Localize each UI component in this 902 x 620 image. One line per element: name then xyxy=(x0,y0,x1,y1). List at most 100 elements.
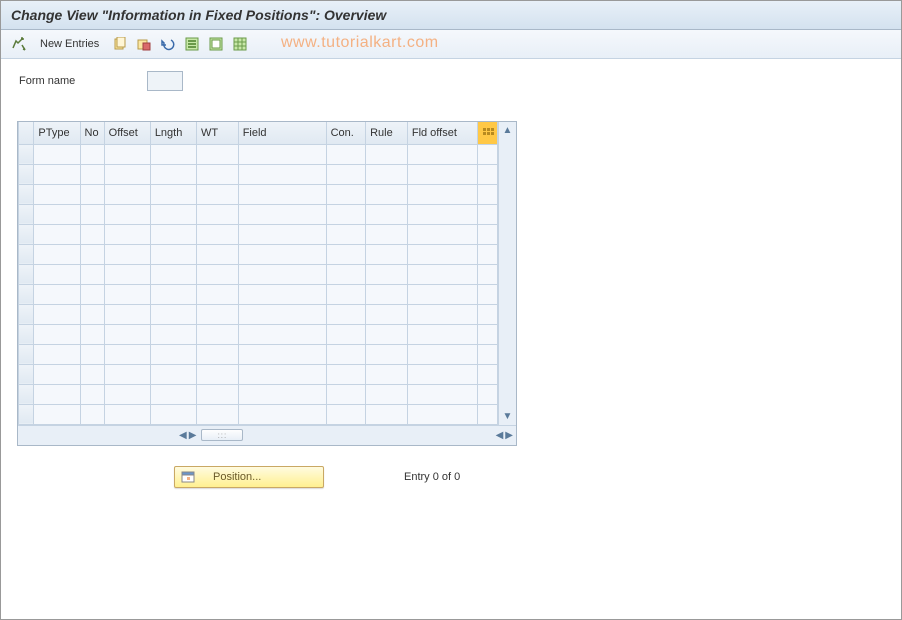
horizontal-scrollbar[interactable]: ◀ ▶ ::: ◀ ▶ xyxy=(18,425,516,445)
cell[interactable] xyxy=(80,384,104,404)
column-field[interactable]: Field xyxy=(238,122,326,144)
cell[interactable] xyxy=(104,384,150,404)
cell[interactable] xyxy=(104,324,150,344)
cell[interactable] xyxy=(34,244,80,264)
cell[interactable] xyxy=(238,384,326,404)
cell[interactable] xyxy=(366,364,408,384)
cell[interactable] xyxy=(34,184,80,204)
column-no[interactable]: No xyxy=(80,122,104,144)
cell[interactable] xyxy=(366,224,408,244)
scroll-left-end-icon[interactable]: ◀ xyxy=(495,429,505,442)
scroll-thumb[interactable]: ::: xyxy=(201,429,243,441)
cell[interactable] xyxy=(366,384,408,404)
cell[interactable] xyxy=(407,264,477,284)
form-name-input[interactable] xyxy=(147,71,183,91)
cell[interactable] xyxy=(80,284,104,304)
cell[interactable] xyxy=(326,204,366,224)
position-button[interactable]: Position... xyxy=(174,466,324,488)
cell[interactable] xyxy=(407,224,477,244)
cell[interactable] xyxy=(104,164,150,184)
row-handle[interactable] xyxy=(19,144,34,164)
scroll-left-icon[interactable]: ◀ xyxy=(178,429,188,442)
scroll-right-end-icon[interactable]: ▶ xyxy=(504,429,514,442)
cell[interactable] xyxy=(150,384,196,404)
cell[interactable] xyxy=(238,164,326,184)
cell[interactable] xyxy=(104,184,150,204)
cell[interactable] xyxy=(366,284,408,304)
cell[interactable] xyxy=(326,244,366,264)
select-all-icon[interactable] xyxy=(182,34,202,54)
column-config-icon[interactable] xyxy=(478,122,498,144)
cell[interactable] xyxy=(326,164,366,184)
cell[interactable] xyxy=(34,264,80,284)
row-handle[interactable] xyxy=(19,284,34,304)
cell[interactable] xyxy=(326,304,366,324)
row-handle[interactable] xyxy=(19,264,34,284)
cell[interactable] xyxy=(104,344,150,364)
row-handle[interactable] xyxy=(19,344,34,364)
column-selector[interactable] xyxy=(19,122,34,144)
cell[interactable] xyxy=(407,344,477,364)
row-handle[interactable] xyxy=(19,204,34,224)
cell[interactable] xyxy=(80,184,104,204)
cell[interactable] xyxy=(34,404,80,424)
cell[interactable] xyxy=(196,184,238,204)
cell[interactable] xyxy=(326,344,366,364)
scroll-right-inner-icon[interactable]: ▶ xyxy=(188,429,198,442)
cell[interactable] xyxy=(34,364,80,384)
cell[interactable] xyxy=(34,324,80,344)
column-wt[interactable]: WT xyxy=(196,122,238,144)
cell[interactable] xyxy=(238,204,326,224)
cell[interactable] xyxy=(407,324,477,344)
cell[interactable] xyxy=(34,224,80,244)
row-handle[interactable] xyxy=(19,324,34,344)
cell[interactable] xyxy=(80,224,104,244)
cell[interactable] xyxy=(326,284,366,304)
cell[interactable] xyxy=(196,204,238,224)
cell[interactable] xyxy=(238,324,326,344)
cell[interactable] xyxy=(150,164,196,184)
cell[interactable] xyxy=(407,244,477,264)
cell[interactable] xyxy=(366,164,408,184)
cell[interactable] xyxy=(326,184,366,204)
cell[interactable] xyxy=(196,324,238,344)
row-handle[interactable] xyxy=(19,404,34,424)
cell[interactable] xyxy=(150,344,196,364)
row-handle[interactable] xyxy=(19,244,34,264)
cell[interactable] xyxy=(366,244,408,264)
cell[interactable] xyxy=(407,204,477,224)
row-handle[interactable] xyxy=(19,384,34,404)
table-settings-icon[interactable] xyxy=(230,34,250,54)
cell[interactable] xyxy=(150,224,196,244)
cell[interactable] xyxy=(366,344,408,364)
copy-as-icon[interactable] xyxy=(110,34,130,54)
cell[interactable] xyxy=(407,384,477,404)
new-entries-button[interactable]: New Entries xyxy=(33,35,106,53)
cell[interactable] xyxy=(326,324,366,344)
cell[interactable] xyxy=(34,384,80,404)
cell[interactable] xyxy=(366,264,408,284)
cell[interactable] xyxy=(150,184,196,204)
cell[interactable] xyxy=(150,364,196,384)
column-ptype[interactable]: PType xyxy=(34,122,80,144)
cell[interactable] xyxy=(80,304,104,324)
cell[interactable] xyxy=(80,204,104,224)
cell[interactable] xyxy=(80,404,104,424)
cell[interactable] xyxy=(366,304,408,324)
cell[interactable] xyxy=(196,404,238,424)
cell[interactable] xyxy=(407,404,477,424)
cell[interactable] xyxy=(326,264,366,284)
row-handle[interactable] xyxy=(19,224,34,244)
cell[interactable] xyxy=(34,304,80,324)
cell[interactable] xyxy=(407,364,477,384)
row-handle[interactable] xyxy=(19,304,34,324)
cell[interactable] xyxy=(34,284,80,304)
cell[interactable] xyxy=(80,264,104,284)
vertical-scrollbar[interactable]: ▲ ▼ xyxy=(498,122,516,425)
cell[interactable] xyxy=(80,164,104,184)
cell[interactable] xyxy=(326,224,366,244)
cell[interactable] xyxy=(196,384,238,404)
cell[interactable] xyxy=(104,364,150,384)
cell[interactable] xyxy=(34,164,80,184)
cell[interactable] xyxy=(238,184,326,204)
